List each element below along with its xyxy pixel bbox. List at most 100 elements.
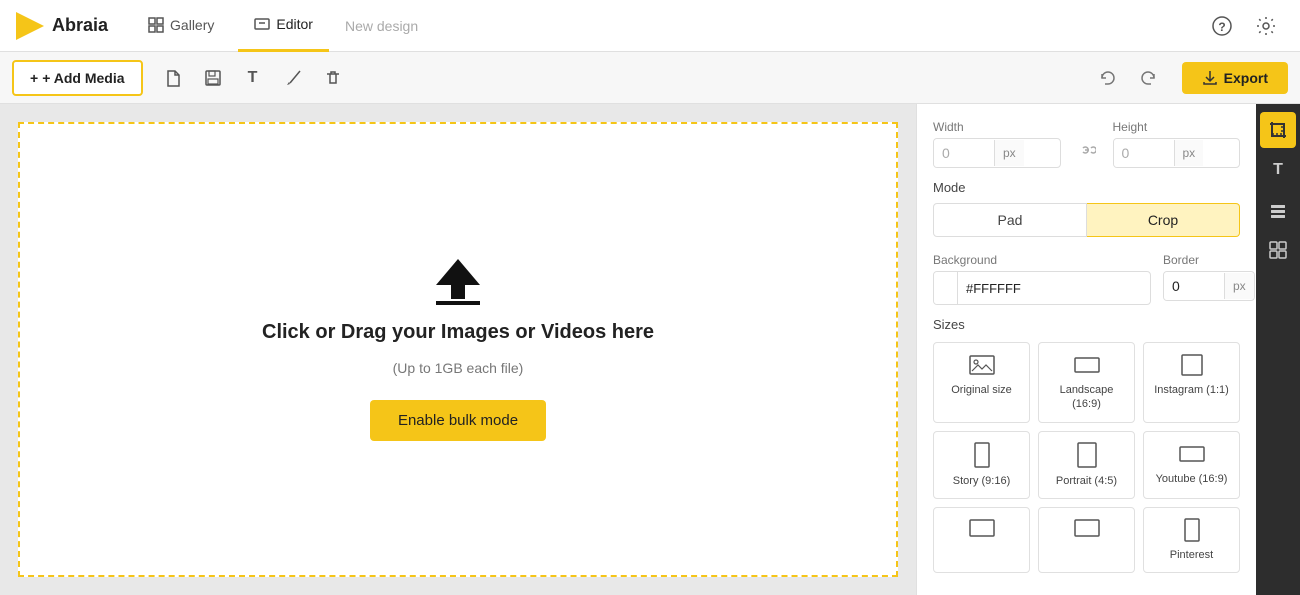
editor-icon <box>254 16 270 32</box>
border-field: Border px <box>1163 253 1255 305</box>
settings-button[interactable] <box>1248 8 1284 44</box>
main-layout: Click or Drag your Images or Videos here… <box>0 104 1300 595</box>
top-nav: Abraia Gallery Editor New design ? <box>0 0 1300 52</box>
height-input[interactable] <box>1114 139 1174 167</box>
size-instagram[interactable]: Instagram (1:1) <box>1143 342 1240 423</box>
logo-icon <box>16 12 44 40</box>
canvas-container[interactable]: Click or Drag your Images or Videos here… <box>18 122 898 577</box>
upload-underline <box>436 301 480 305</box>
help-icon: ? <box>1212 16 1232 36</box>
sizes-label: Sizes <box>933 317 1240 332</box>
size-portrait[interactable]: Portrait (4:5) <box>1038 431 1135 499</box>
right-sidebar: T <box>1256 104 1300 595</box>
width-input-row: px <box>933 138 1061 168</box>
editor-tab-label: Editor <box>276 16 313 32</box>
canvas-area[interactable]: Click or Drag your Images or Videos here… <box>0 104 916 595</box>
width-unit: px <box>994 140 1024 166</box>
border-unit: px <box>1224 273 1254 299</box>
undo-icon <box>1099 69 1117 87</box>
pad-mode-button[interactable]: Pad <box>933 203 1087 237</box>
new-design-tab[interactable]: New design <box>345 18 418 34</box>
pinterest-icon <box>1184 518 1200 542</box>
bulk-mode-button[interactable]: Enable bulk mode <box>370 400 546 441</box>
bg-border-row: Background Border px <box>933 253 1240 305</box>
size-youtube[interactable]: Youtube (16:9) <box>1143 431 1240 499</box>
border-input[interactable] <box>1164 272 1224 300</box>
bg-color-input[interactable] <box>958 275 1150 302</box>
background-field: Background <box>933 253 1151 305</box>
delete-icon <box>324 69 342 87</box>
size-pinterest[interactable]: Pinterest <box>1143 507 1240 573</box>
help-button[interactable]: ? <box>1204 8 1240 44</box>
text-button[interactable]: T <box>235 60 271 96</box>
height-input-row: px <box>1113 138 1241 168</box>
redo-icon <box>1139 69 1157 87</box>
width-label: Width <box>933 120 1061 134</box>
crop-icon <box>1268 120 1288 140</box>
right-panel: Width px Height px Mode <box>916 104 1256 595</box>
undo-redo-group <box>1090 60 1166 96</box>
crop-mode-button[interactable]: Crop <box>1087 203 1240 237</box>
delete-button[interactable] <box>315 60 351 96</box>
toolbar: + + Add Media T <box>0 52 1300 104</box>
mode-buttons: Pad Crop <box>933 203 1240 237</box>
width-field: Width px <box>933 120 1061 168</box>
size-story-label: Story (9:16) <box>953 474 1010 488</box>
mode-label: Mode <box>933 180 1240 195</box>
gallery-tab-label: Gallery <box>170 17 214 33</box>
size-pinterest-label: Pinterest <box>1170 548 1213 562</box>
file-button[interactable] <box>155 60 191 96</box>
size-landscape[interactable]: Landscape (16:9) <box>1038 342 1135 423</box>
save-button[interactable] <box>195 60 231 96</box>
text-icon: T <box>248 69 258 87</box>
size-original[interactable]: Original size <box>933 342 1030 423</box>
svg-text:?: ? <box>1218 20 1225 34</box>
nav-tab-gallery[interactable]: Gallery <box>132 0 230 52</box>
story-icon <box>974 442 990 468</box>
height-unit: px <box>1174 140 1204 166</box>
sidebar-menu-button[interactable] <box>1260 232 1296 268</box>
size-extra1[interactable] <box>933 507 1030 573</box>
youtube-icon <box>1178 442 1206 466</box>
size-extra2[interactable] <box>1038 507 1135 573</box>
height-field: Height px <box>1113 120 1241 168</box>
sidebar-text-button[interactable]: T <box>1260 152 1296 188</box>
mode-section: Mode Pad Crop <box>933 180 1240 237</box>
upload-icon-container <box>436 259 480 305</box>
draw-icon <box>284 69 302 87</box>
export-label: Export <box>1224 70 1268 86</box>
background-label: Background <box>933 253 1151 267</box>
layers-icon <box>1268 200 1288 220</box>
size-youtube-label: Youtube (16:9) <box>1156 472 1228 486</box>
size-instagram-label: Instagram (1:1) <box>1154 383 1229 397</box>
add-media-label: + Add Media <box>42 70 124 86</box>
sidebar-layers-button[interactable] <box>1260 192 1296 228</box>
logo-text: Abraia <box>52 15 108 36</box>
landscape-icon <box>1073 353 1101 377</box>
height-label: Height <box>1113 120 1241 134</box>
extra2-icon <box>1073 518 1101 538</box>
sidebar-crop-button[interactable] <box>1260 112 1296 148</box>
size-story[interactable]: Story (9:16) <box>933 431 1030 499</box>
bg-color-row <box>933 271 1151 305</box>
canvas-main-text: Click or Drag your Images or Videos here <box>262 321 654 344</box>
file-icon <box>164 69 182 87</box>
size-landscape-label: Landscape (16:9) <box>1045 383 1128 412</box>
redo-button[interactable] <box>1130 60 1166 96</box>
add-media-button[interactable]: + + Add Media <box>12 60 143 96</box>
bg-color-swatch[interactable] <box>934 272 958 304</box>
save-icon <box>204 69 222 87</box>
gallery-icon <box>148 17 164 33</box>
undo-button[interactable] <box>1090 60 1126 96</box>
nav-tab-editor[interactable]: Editor <box>238 0 329 52</box>
menu-icon <box>1268 240 1288 260</box>
draw-button[interactable] <box>275 60 311 96</box>
canvas-sub-text: (Up to 1GB each file) <box>393 360 524 376</box>
width-input[interactable] <box>934 139 994 167</box>
link-dimensions-icon[interactable] <box>1073 136 1101 164</box>
portrait-icon <box>1077 442 1097 468</box>
extra1-icon <box>968 518 996 538</box>
size-portrait-label: Portrait (4:5) <box>1056 474 1117 488</box>
sizes-grid: Original size Landscape (16:9) <box>933 342 1240 573</box>
export-button[interactable]: Export <box>1182 62 1288 94</box>
